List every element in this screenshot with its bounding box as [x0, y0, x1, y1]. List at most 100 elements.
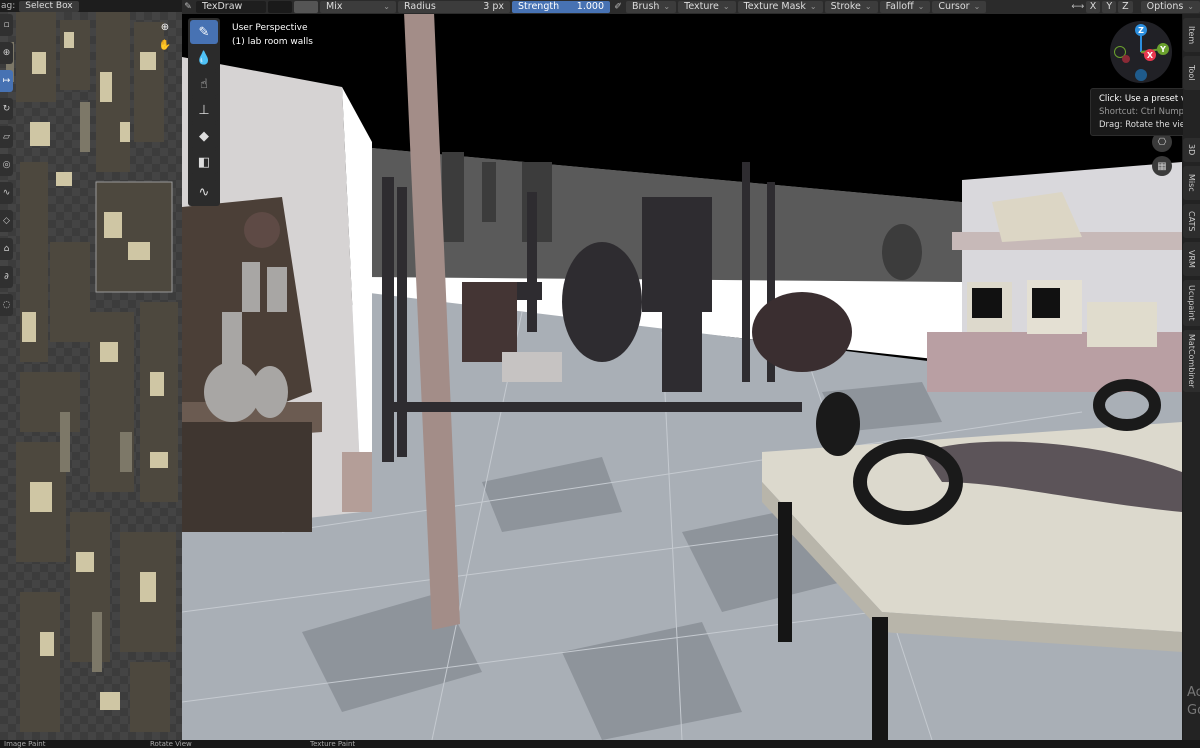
tab-vrm[interactable]: VRM	[1183, 242, 1200, 276]
tab-3d[interactable]: 3D	[1183, 138, 1200, 162]
view-navigation: ⎔ ▦	[1152, 132, 1172, 176]
chevron-down-icon: ⌄	[663, 2, 671, 11]
uv-islands	[6, 12, 178, 732]
blender-window: { "left_editor": { "header_label": "ag:"…	[0, 0, 1200, 748]
rotate-tool[interactable]: ↻	[0, 98, 13, 120]
stamp-icon[interactable]: ⊥	[190, 98, 218, 122]
color-swatch-primary[interactable]	[268, 1, 292, 13]
falloff-menu-label: Falloff	[885, 1, 914, 12]
brush-settings-icon[interactable]: ✎	[182, 1, 194, 13]
active-object-label: (1) lab room walls	[232, 37, 313, 47]
smear-icon[interactable]: ☝	[190, 72, 218, 96]
status-image-paint: Image Paint	[4, 740, 46, 748]
tab-ucupaint[interactable]: Ucupaint	[1183, 280, 1200, 326]
color-swatch-secondary[interactable]	[294, 1, 318, 13]
gizmo-x-axis[interactable]: X	[1144, 49, 1156, 61]
tab-tool[interactable]: Tool	[1183, 56, 1200, 90]
tab-cats[interactable]: CATS	[1183, 204, 1200, 238]
uv-texture-canvas[interactable]	[0, 12, 182, 740]
annotate-icon[interactable]: ∿	[190, 180, 218, 204]
image-editor-toolbar: ▫ ⊕ ↦ ↻ ▱ ◎ ∿ ◇ ⌂ ∂ ◌	[0, 14, 14, 316]
mask-icon[interactable]: ◧	[190, 150, 218, 174]
tab-misc-label: Misc	[1187, 174, 1196, 192]
tab-item[interactable]: Item	[1183, 18, 1200, 52]
scale-tool[interactable]: ▱	[0, 126, 13, 148]
gizmo-y-label: Y	[1160, 44, 1166, 54]
status-rotate-view: Rotate View	[150, 740, 192, 748]
options-menu[interactable]: Options ⌄	[1140, 1, 1200, 13]
axis-z-label: Z	[1122, 1, 1129, 12]
brush-icon[interactable]: ✎	[190, 20, 218, 44]
watermark-line-2: Go	[1187, 703, 1200, 718]
texture-mask-menu-label: Texture Mask	[743, 1, 806, 12]
sidebar-tabs: Item Tool 3D Misc CATS VRM Ucupaint MatC…	[1183, 14, 1200, 748]
brush-menu[interactable]: Brush ⌄	[626, 1, 677, 13]
gizmo-neg-x-axis[interactable]	[1122, 55, 1130, 63]
pan-hand-icon[interactable]: ✋	[158, 38, 172, 52]
grid-icon[interactable]: ▦	[1152, 156, 1172, 176]
mirror-y-toggle[interactable]: Y	[1102, 1, 1117, 13]
tab-matcombiner-label: MatCombiner	[1187, 334, 1196, 388]
strength-label: Strength	[518, 1, 560, 12]
select-box-tool[interactable]: ▫	[0, 14, 13, 36]
bucket-icon[interactable]: ◆	[190, 124, 218, 148]
select-mode-dropdown[interactable]: Select Box	[19, 0, 79, 12]
tooltip-line-1: Click: Use a preset viewpo	[1099, 94, 1200, 104]
gizmo-neg-z-axis[interactable]	[1135, 69, 1147, 81]
status-bar: Image Paint Rotate View Texture Paint	[0, 740, 1200, 748]
annotate-tool[interactable]: ∿	[0, 182, 13, 204]
mirror-icon: ⟷	[1071, 2, 1085, 12]
tab-3d-label: 3D	[1187, 144, 1196, 156]
brush-menu-label: Brush	[632, 1, 660, 12]
relax-tool[interactable]: ∂	[0, 266, 13, 288]
tab-vrm-label: VRM	[1187, 250, 1196, 268]
texture-menu-label: Texture	[684, 1, 719, 12]
status-texture-paint: Texture Paint	[310, 740, 356, 748]
chevron-down-icon: ⌄	[383, 2, 390, 11]
3d-viewport[interactable]	[182, 12, 1182, 740]
strength-field[interactable]: Strength 1.000	[512, 1, 610, 13]
viewport-header: ✎ TexDraw Mix ⌄ Radius 3 px Strength 1.0…	[182, 0, 1200, 14]
brush-selector[interactable]: TexDraw	[196, 1, 266, 13]
move-tool[interactable]: ↦	[0, 70, 13, 92]
tab-matcombiner[interactable]: MatCombiner	[1183, 330, 1200, 392]
chevron-down-icon: ⌄	[864, 2, 872, 11]
options-label: Options	[1146, 1, 1184, 12]
gizmo-y-axis[interactable]: Y	[1157, 43, 1169, 55]
image-editor: ag: Select Box ▫ ⊕ ↦ ↻ ▱ ◎ ∿ ◇ ⌂ ∂ ◌ ⊕ ✋	[0, 0, 182, 748]
texture-mask-menu[interactable]: Texture Mask ⌄	[737, 1, 823, 13]
axis-y-label: Y	[1106, 1, 1113, 12]
cursor-menu-label: Cursor	[938, 1, 970, 12]
pressure-icon[interactable]: ✐	[612, 1, 624, 13]
gizmo-z-axis[interactable]: Z	[1135, 24, 1147, 36]
navigation-gizmo[interactable]: Z X Y	[1110, 21, 1172, 83]
texture-menu[interactable]: Texture ⌄	[678, 1, 736, 13]
zoom-icon[interactable]: ⊕	[158, 20, 172, 34]
chevron-down-icon: ⌄	[809, 2, 817, 11]
blend-mode-label: Mix	[326, 1, 343, 12]
mirror-x-toggle[interactable]: X	[1085, 1, 1101, 13]
transform-tool[interactable]: ◎	[0, 154, 13, 176]
grab-tool[interactable]: ⌂	[0, 238, 13, 260]
tooltip-line-3: Drag: Rotate the view	[1099, 120, 1192, 130]
gizmo-x-label: X	[1146, 50, 1154, 60]
radius-label: Radius	[404, 1, 436, 12]
pinch-tool[interactable]: ◌	[0, 294, 13, 316]
drop-icon[interactable]: 💧	[190, 46, 218, 70]
image-editor-header: ag: Select Box	[0, 0, 182, 12]
stroke-menu[interactable]: Stroke ⌄	[824, 1, 878, 13]
tab-misc[interactable]: Misc	[1183, 166, 1200, 200]
tab-ucupaint-label: Ucupaint	[1187, 285, 1196, 321]
viewport-info: User Perspective (1) lab room walls	[232, 21, 313, 49]
paint-toolbar: ✎ 💧 ☝ ⊥ ◆ ◧ ∿	[188, 18, 220, 206]
radius-field[interactable]: Radius 3 px	[398, 1, 510, 13]
blend-mode-dropdown[interactable]: Mix ⌄	[320, 1, 396, 13]
axis-x-label: X	[1089, 1, 1097, 12]
cursor-tool[interactable]: ⊕	[0, 42, 13, 64]
mirror-z-toggle[interactable]: Z	[1118, 1, 1133, 13]
rip-tool[interactable]: ◇	[0, 210, 13, 232]
falloff-menu[interactable]: Falloff ⌄	[879, 1, 931, 13]
cursor-menu[interactable]: Cursor ⌄	[932, 1, 987, 13]
perspective-label: User Perspective	[232, 23, 308, 33]
tab-item-label: Item	[1187, 25, 1196, 45]
